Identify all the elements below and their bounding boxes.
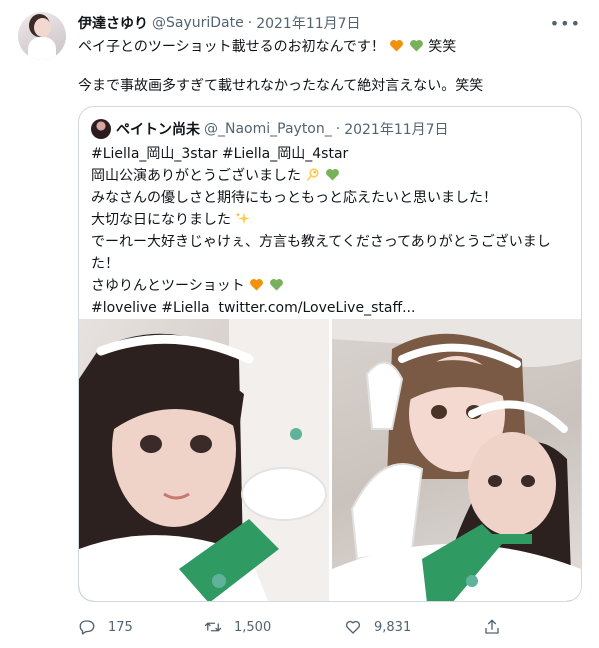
- quote-tags: #lovelive #Liella: [91, 300, 210, 316]
- quote-text: #Liella_岡山_3star #Liella_岡山_4star 岡山公演あり…: [91, 143, 571, 319]
- reply-count: 175: [108, 619, 133, 635]
- photo-right[interactable]: [332, 319, 581, 601]
- dizzy-icon: [307, 168, 320, 181]
- tweet-header: 伊達さゆり @SayuriDate · 2021年11月7日: [78, 12, 361, 34]
- quote-author-name: ペイトン尚未: [116, 122, 200, 138]
- reply-button[interactable]: 175: [78, 616, 133, 638]
- like-count: 9,831: [374, 619, 412, 635]
- photo-right-illustration: [332, 319, 581, 601]
- share-icon: [485, 619, 499, 634]
- tweet-line-1: ペイ子とのツーショット載せるのお初なんです！: [78, 39, 385, 55]
- quote-link[interactable]: twitter.com/LoveLive_staff...: [219, 300, 416, 316]
- tweet-date[interactable]: 2021年11月7日: [256, 13, 360, 33]
- orange-heart-icon: [250, 279, 264, 291]
- like-icon: [345, 620, 361, 634]
- quote-separator-dot: ·: [335, 121, 341, 137]
- tweet-actions: 175 1,500 9,831: [78, 616, 508, 638]
- author-avatar[interactable]: [18, 12, 66, 60]
- quote-hashtags: #Liella_岡山_3star #Liella_岡山_4star: [91, 146, 349, 162]
- retweet-icon: [204, 622, 222, 632]
- tweet-line-1-tail: 笑笑: [428, 39, 457, 55]
- quote-date: 2021年11月7日: [344, 122, 449, 138]
- photo-left-illustration: [79, 319, 329, 601]
- green-heart-icon: [325, 169, 339, 181]
- more-icon[interactable]: •••: [550, 14, 581, 33]
- tweet[interactable]: 伊達さゆり @SayuriDate · 2021年11月7日 ••• ペイ子との…: [0, 0, 599, 648]
- tweet-line-2: 今まで事故画多すぎて載せれなかったなんて絶対言えない。笑笑: [78, 78, 484, 94]
- quote-header: ペイトン尚未 @_Naomi_Payton_ · 2021年11月7日: [91, 119, 449, 139]
- quoted-tweet[interactable]: ペイトン尚未 @_Naomi_Payton_ · 2021年11月7日 #Lie…: [78, 106, 582, 602]
- quote-author-avatar: [91, 119, 111, 139]
- green-heart-icon: [269, 279, 283, 291]
- retweet-count: 1,500: [234, 619, 272, 635]
- author-handle[interactable]: @SayuriDate: [152, 15, 244, 31]
- quote-author-handle: @_Naomi_Payton_: [204, 121, 332, 137]
- quote-line-3: みなさんの優しさと期待にもっともっと応えたいと思いました！: [91, 190, 497, 206]
- author-name[interactable]: 伊達さゆり: [78, 13, 148, 33]
- quote-line-6: さゆりんとツーショット: [91, 278, 245, 294]
- separator-dot: ·: [247, 15, 253, 31]
- like-button[interactable]: 9,831: [344, 616, 411, 638]
- orange-heart-icon: [390, 40, 404, 52]
- quote-line-5: でーれー大好きじゃけぇ、方言も教えてくださってありがとうございました！: [91, 234, 551, 272]
- share-button[interactable]: [483, 616, 513, 638]
- green-heart-icon: [409, 40, 423, 52]
- reply-icon: [79, 620, 95, 635]
- sparkles-icon: [236, 212, 251, 225]
- quote-line-4: 大切な日になりました: [91, 212, 231, 228]
- quote-media: [79, 319, 581, 601]
- tweet-text: ペイ子とのツーショット載せるのお初なんです！ 笑笑 今まで事故画多すぎて載せれな…: [78, 36, 578, 97]
- retweet-button[interactable]: 1,500: [204, 616, 271, 638]
- quote-line-2: 岡山公演ありがとうございました: [91, 168, 301, 184]
- photo-left[interactable]: [79, 319, 329, 601]
